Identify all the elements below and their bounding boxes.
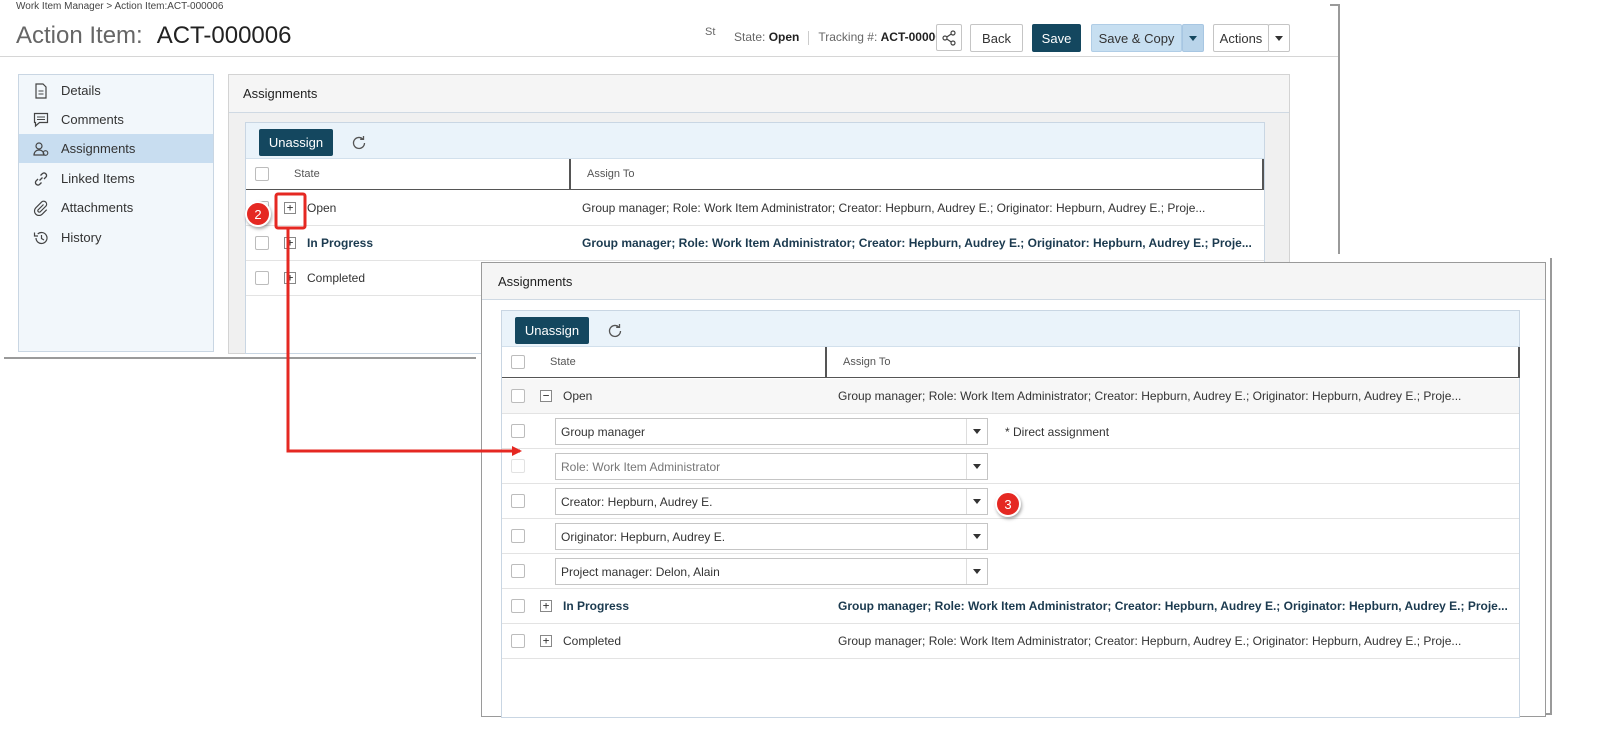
annotation-overlay [274, 192, 522, 456]
step-badge-2: 2 [245, 201, 271, 227]
step-badge-3: 3 [995, 491, 1021, 517]
callout-arrow [286, 228, 522, 456]
highlight-box [274, 192, 307, 230]
